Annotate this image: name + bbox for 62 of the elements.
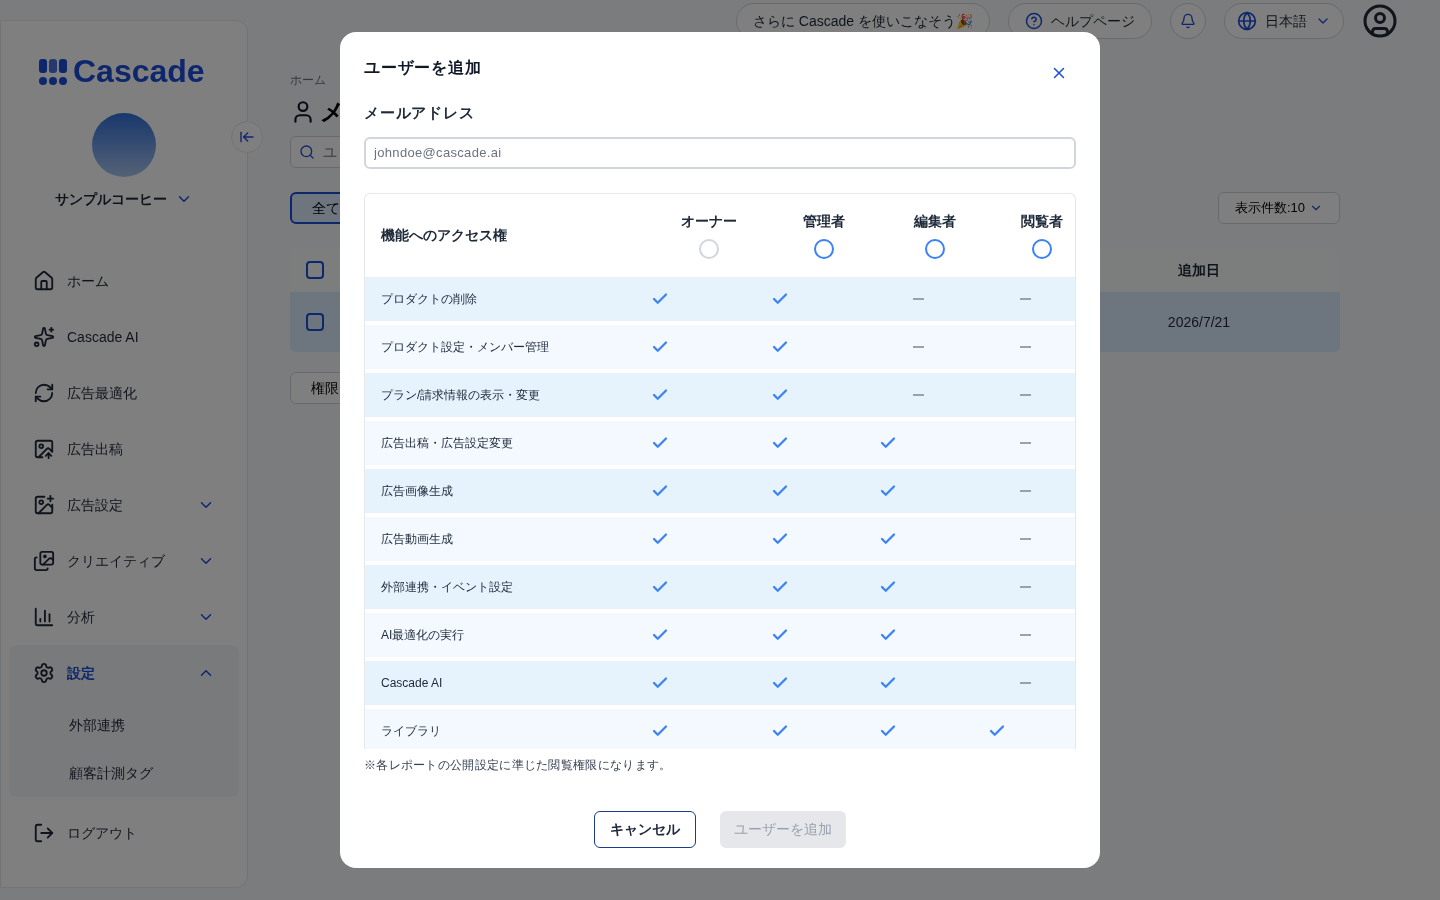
help-icon [1025,12,1043,30]
help-button[interactable]: ヘルプページ [1008,3,1152,39]
language-button[interactable]: 日本語 [1224,3,1344,39]
collapse-button[interactable] [231,121,263,153]
nav-item[interactable]: 設定 [9,645,239,701]
nav-item[interactable]: 広告設定 [9,477,239,533]
feature-name: AI最適化の実行 [381,626,466,643]
home-icon [33,270,55,292]
user-avatar-icon[interactable] [1362,3,1398,39]
role-label: 閲覧者 [1020,212,1063,231]
role-radio[interactable] [814,239,834,259]
nav-item[interactable]: Cascade AI [9,309,239,365]
field-label: メールアドレス [364,103,476,123]
role-radio[interactable] [924,239,945,259]
nav-item[interactable]: 広告最適化 [9,365,239,421]
row-checkbox[interactable] [306,261,324,279]
cancel-button[interactable]: キャンセル [594,810,696,848]
image-settings-icon [33,494,55,516]
page-title: メ [320,97,345,127]
feature-name: 広告画像生成 [381,482,454,499]
role-label: オーナー [681,212,737,231]
column-header: 追加日 [1177,261,1221,280]
page-size-select[interactable]: 表示件数:10 [1217,192,1340,224]
images-icon [33,550,55,572]
role-label: 編集者 [913,212,956,231]
row-checkbox[interactable] [306,313,324,331]
sparkles-icon [33,326,55,348]
logout-item[interactable]: ログアウト [9,805,239,861]
refresh-icon [33,382,55,404]
nav-item[interactable]: クリエイティブ [9,533,239,589]
feature-name: ライブラリ [381,722,442,739]
image-upload-icon [33,438,55,460]
feature-name: プロダクト設定・メンバー管理 [381,338,550,355]
nav-item[interactable]: ホーム [9,253,239,309]
breadcrumb-link[interactable]: ホーム [290,72,326,88]
footnote: ※各レポートの公開設定に準じた閲覧権限になります。 [364,756,673,773]
nav-subitem[interactable]: 外部連携 [9,701,239,749]
search-icon [299,144,315,160]
globe-icon [1237,11,1257,31]
email-field[interactable]: johndoe@cascade.ai [364,136,1076,169]
table-heading: 機能へのアクセス権 [381,226,508,245]
logout-icon [33,822,55,844]
feature-name: 外部連携・イベント設定 [381,578,514,595]
feature-name: 広告出稿・広告設定変更 [381,434,514,451]
feature-name: プロダクトの削除 [381,290,478,307]
table-cell-text: 2026/7/21 [1166,313,1232,332]
nav-subitem[interactable]: 顧客計測タグ [9,749,239,797]
logo-text: Cascade [73,55,205,87]
settings-icon [33,662,55,684]
notification-button[interactable] [1170,3,1206,39]
account-switcher[interactable]: サンプルコーヒー [55,189,193,209]
feature-name: プラン/請求情報の表示・変更 [381,386,542,403]
nav-item[interactable]: 分析 [9,589,239,645]
feature-name: Cascade AI [381,674,444,691]
role-label: 管理者 [803,212,845,231]
collapse-icon [239,129,255,145]
bell-icon [1180,13,1196,29]
dialog-title: ユーザーを追加 [364,58,482,78]
chart-icon [33,606,55,628]
feature-name: 広告動画生成 [381,530,454,547]
role-radio[interactable] [1031,239,1052,259]
nav-item[interactable]: 広告出稿 [9,421,239,477]
